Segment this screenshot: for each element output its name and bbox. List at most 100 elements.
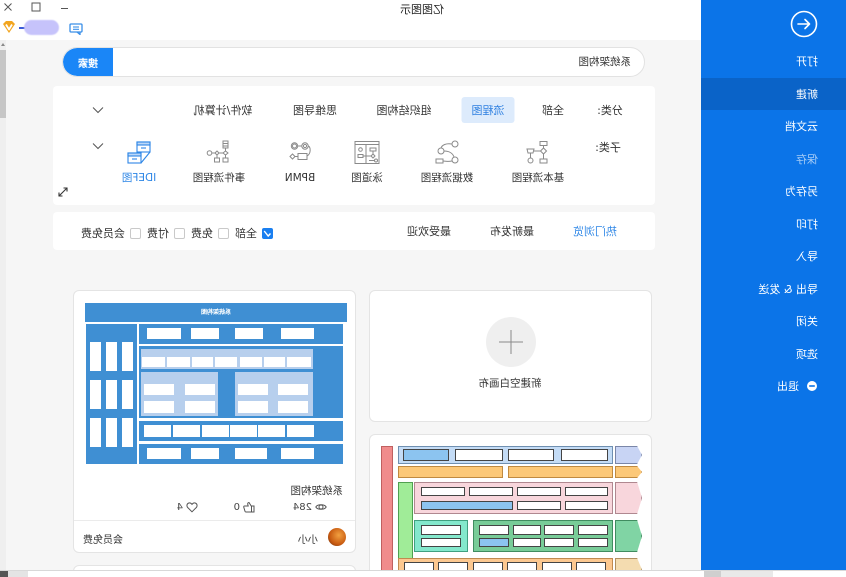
- thumbnail-block: [578, 538, 608, 547]
- horizontal-scrollbar[interactable]: [0, 570, 846, 577]
- filter-free[interactable]: 免费: [191, 225, 229, 241]
- thumbnail-block: [144, 401, 174, 413]
- vip-badge-icon[interactable]: [2, 20, 16, 34]
- thumbnail-block: [192, 357, 213, 367]
- subcategory-data-flowchart[interactable]: 数据流程图: [409, 140, 485, 185]
- thumbnail-block: [479, 538, 509, 547]
- checkbox[interactable]: [174, 227, 185, 239]
- scrollbar-thumb[interactable]: [0, 50, 6, 118]
- search-input[interactable]: 系统架构图: [113, 48, 644, 76]
- vertical-scrollbar[interactable]: [0, 40, 6, 571]
- sidebar-item-print[interactable]: 打印: [701, 208, 846, 241]
- subcategory-item-label: 数据流程图: [420, 172, 474, 184]
- subcategory-swimlane[interactable]: 泳道图: [329, 140, 405, 185]
- subcategory-basic-flowchart[interactable]: 基本流程图: [500, 140, 576, 185]
- sidebar-item-label: 导出 & 发送: [758, 282, 818, 296]
- thumbnail-block: [398, 482, 413, 559]
- category-software-computer[interactable]: 软件/计算机: [194, 102, 253, 118]
- filter-label: 付费: [147, 227, 169, 240]
- heart-icon: [186, 502, 198, 513]
- sidebar-item-open[interactable]: 打开: [701, 45, 846, 78]
- tab-latest[interactable]: 最新发布: [490, 223, 534, 239]
- subcategory-item-label: BPMN: [284, 172, 316, 184]
- new-blank-canvas-card[interactable]: 新建空白画布: [369, 290, 652, 422]
- chevron-down-icon[interactable]: [92, 143, 104, 150]
- sidebar-menu: 打开 新建 云文档 保存 另存为 打印 导入 导出 & 发送 关闭 选项 退出: [701, 45, 846, 403]
- filter-member-free[interactable]: 会员免费: [81, 225, 141, 241]
- thumbnail-block: [561, 449, 608, 461]
- card-divider: [73, 520, 355, 521]
- category-flowchart[interactable]: 流程图: [461, 97, 515, 123]
- swimlane-icon: [354, 141, 380, 164]
- maximize-icon[interactable]: [31, 2, 41, 12]
- scroll-corner: [0, 571, 8, 577]
- category-mind-map[interactable]: 思维导图: [293, 102, 337, 118]
- check-icon: [263, 230, 272, 237]
- sidebar-item-close[interactable]: 关闭: [701, 305, 846, 338]
- likes-count: 0: [233, 501, 240, 513]
- favorites-count: 4: [176, 501, 183, 513]
- filter-paid[interactable]: 付费: [147, 225, 185, 241]
- sidebar-item-save-as[interactable]: 另存为: [701, 175, 846, 208]
- category-label: 分类:: [597, 104, 623, 117]
- thumbs-up-icon: [243, 501, 255, 513]
- bpmn-icon: [289, 142, 311, 160]
- price-filter: 全部 免费 付费 会员免费: [81, 225, 273, 241]
- checkbox[interactable]: [130, 227, 141, 239]
- favorites-stat[interactable]: 4: [177, 501, 198, 513]
- subcategory-idef[interactable]: IDEF图: [101, 140, 177, 185]
- filter-label: 会员免费: [81, 227, 125, 240]
- chevron-down-icon[interactable]: [92, 107, 104, 114]
- message-icon[interactable]: [69, 23, 83, 35]
- price-badge: 会员免费: [83, 535, 123, 546]
- thumbnail-block: [508, 466, 613, 478]
- subcategory-event-flowchart[interactable]: 事件流程图: [181, 140, 257, 185]
- template-search: 系统架构图 搜索: [62, 47, 645, 77]
- author-avatar[interactable]: [328, 528, 346, 546]
- sidebar-item-import[interactable]: 导入: [701, 240, 846, 273]
- sidebar-item-export-send[interactable]: 导出 & 发送: [701, 273, 846, 306]
- subcategory-label: 子类:: [595, 141, 621, 154]
- thumbnail-block: [230, 425, 257, 437]
- likes-stat[interactable]: 0: [234, 501, 255, 513]
- tab-popular[interactable]: 热门浏览: [573, 223, 617, 239]
- close-icon[interactable]: [3, 2, 13, 12]
- category-all[interactable]: 全部: [542, 102, 564, 118]
- thumbnail-block: [421, 525, 461, 535]
- scroll-up-icon[interactable]: [1, 43, 5, 46]
- template-card[interactable]: [369, 434, 652, 577]
- template-card[interactable]: 系统架构图 系统架构图 284 0 4 小小 会员免费: [73, 290, 356, 553]
- thumbnail-block: [544, 525, 574, 535]
- views-stat: 284: [293, 501, 327, 513]
- category-org-chart[interactable]: 组织结构图: [377, 102, 432, 118]
- checkbox-checked[interactable]: [262, 227, 273, 239]
- sidebar-item-label: 关闭: [796, 315, 818, 329]
- sidebar-item-new[interactable]: 新建: [701, 77, 846, 110]
- thumbnail-block: [398, 466, 503, 478]
- back-arrow-icon[interactable]: [790, 10, 818, 38]
- thumbnail-block: [381, 446, 393, 574]
- sidebar-item-options[interactable]: 选项: [701, 338, 846, 371]
- thumbnail-block: [185, 401, 215, 413]
- tab-most-liked[interactable]: 最受欢迎: [407, 223, 451, 239]
- thumbnail-block: [287, 357, 311, 367]
- search-button[interactable]: 搜索: [63, 48, 113, 76]
- minimize-icon[interactable]: [60, 2, 70, 12]
- author-name[interactable]: 小小: [298, 531, 318, 546]
- sidebar-item-save[interactable]: 保存: [701, 143, 846, 176]
- sidebar-item-cloud-docs[interactable]: 云文档: [701, 110, 846, 143]
- filter-all[interactable]: 全部: [235, 225, 273, 241]
- thumbnail-block: [167, 357, 190, 367]
- file-menu-sidebar: 打开 新建 云文档 保存 另存为 打印 导入 导出 & 发送 关闭 选项 退出: [701, 0, 846, 570]
- thumbnail-block: [278, 384, 308, 395]
- sidebar-item-exit[interactable]: 退出: [701, 370, 846, 403]
- subcategory-item-label: 基本流程图: [511, 172, 565, 184]
- scrollbar-thumb[interactable]: [704, 571, 721, 577]
- thumbnail-block: [513, 538, 541, 547]
- thumbnail-block: [185, 384, 215, 395]
- expand-icon[interactable]: [58, 187, 69, 198]
- subcategory-bpmn[interactable]: BPMN: [262, 140, 338, 185]
- thumbnail-block: [235, 448, 267, 459]
- checkbox[interactable]: [218, 227, 229, 239]
- user-name-blurred[interactable]: [24, 20, 59, 35]
